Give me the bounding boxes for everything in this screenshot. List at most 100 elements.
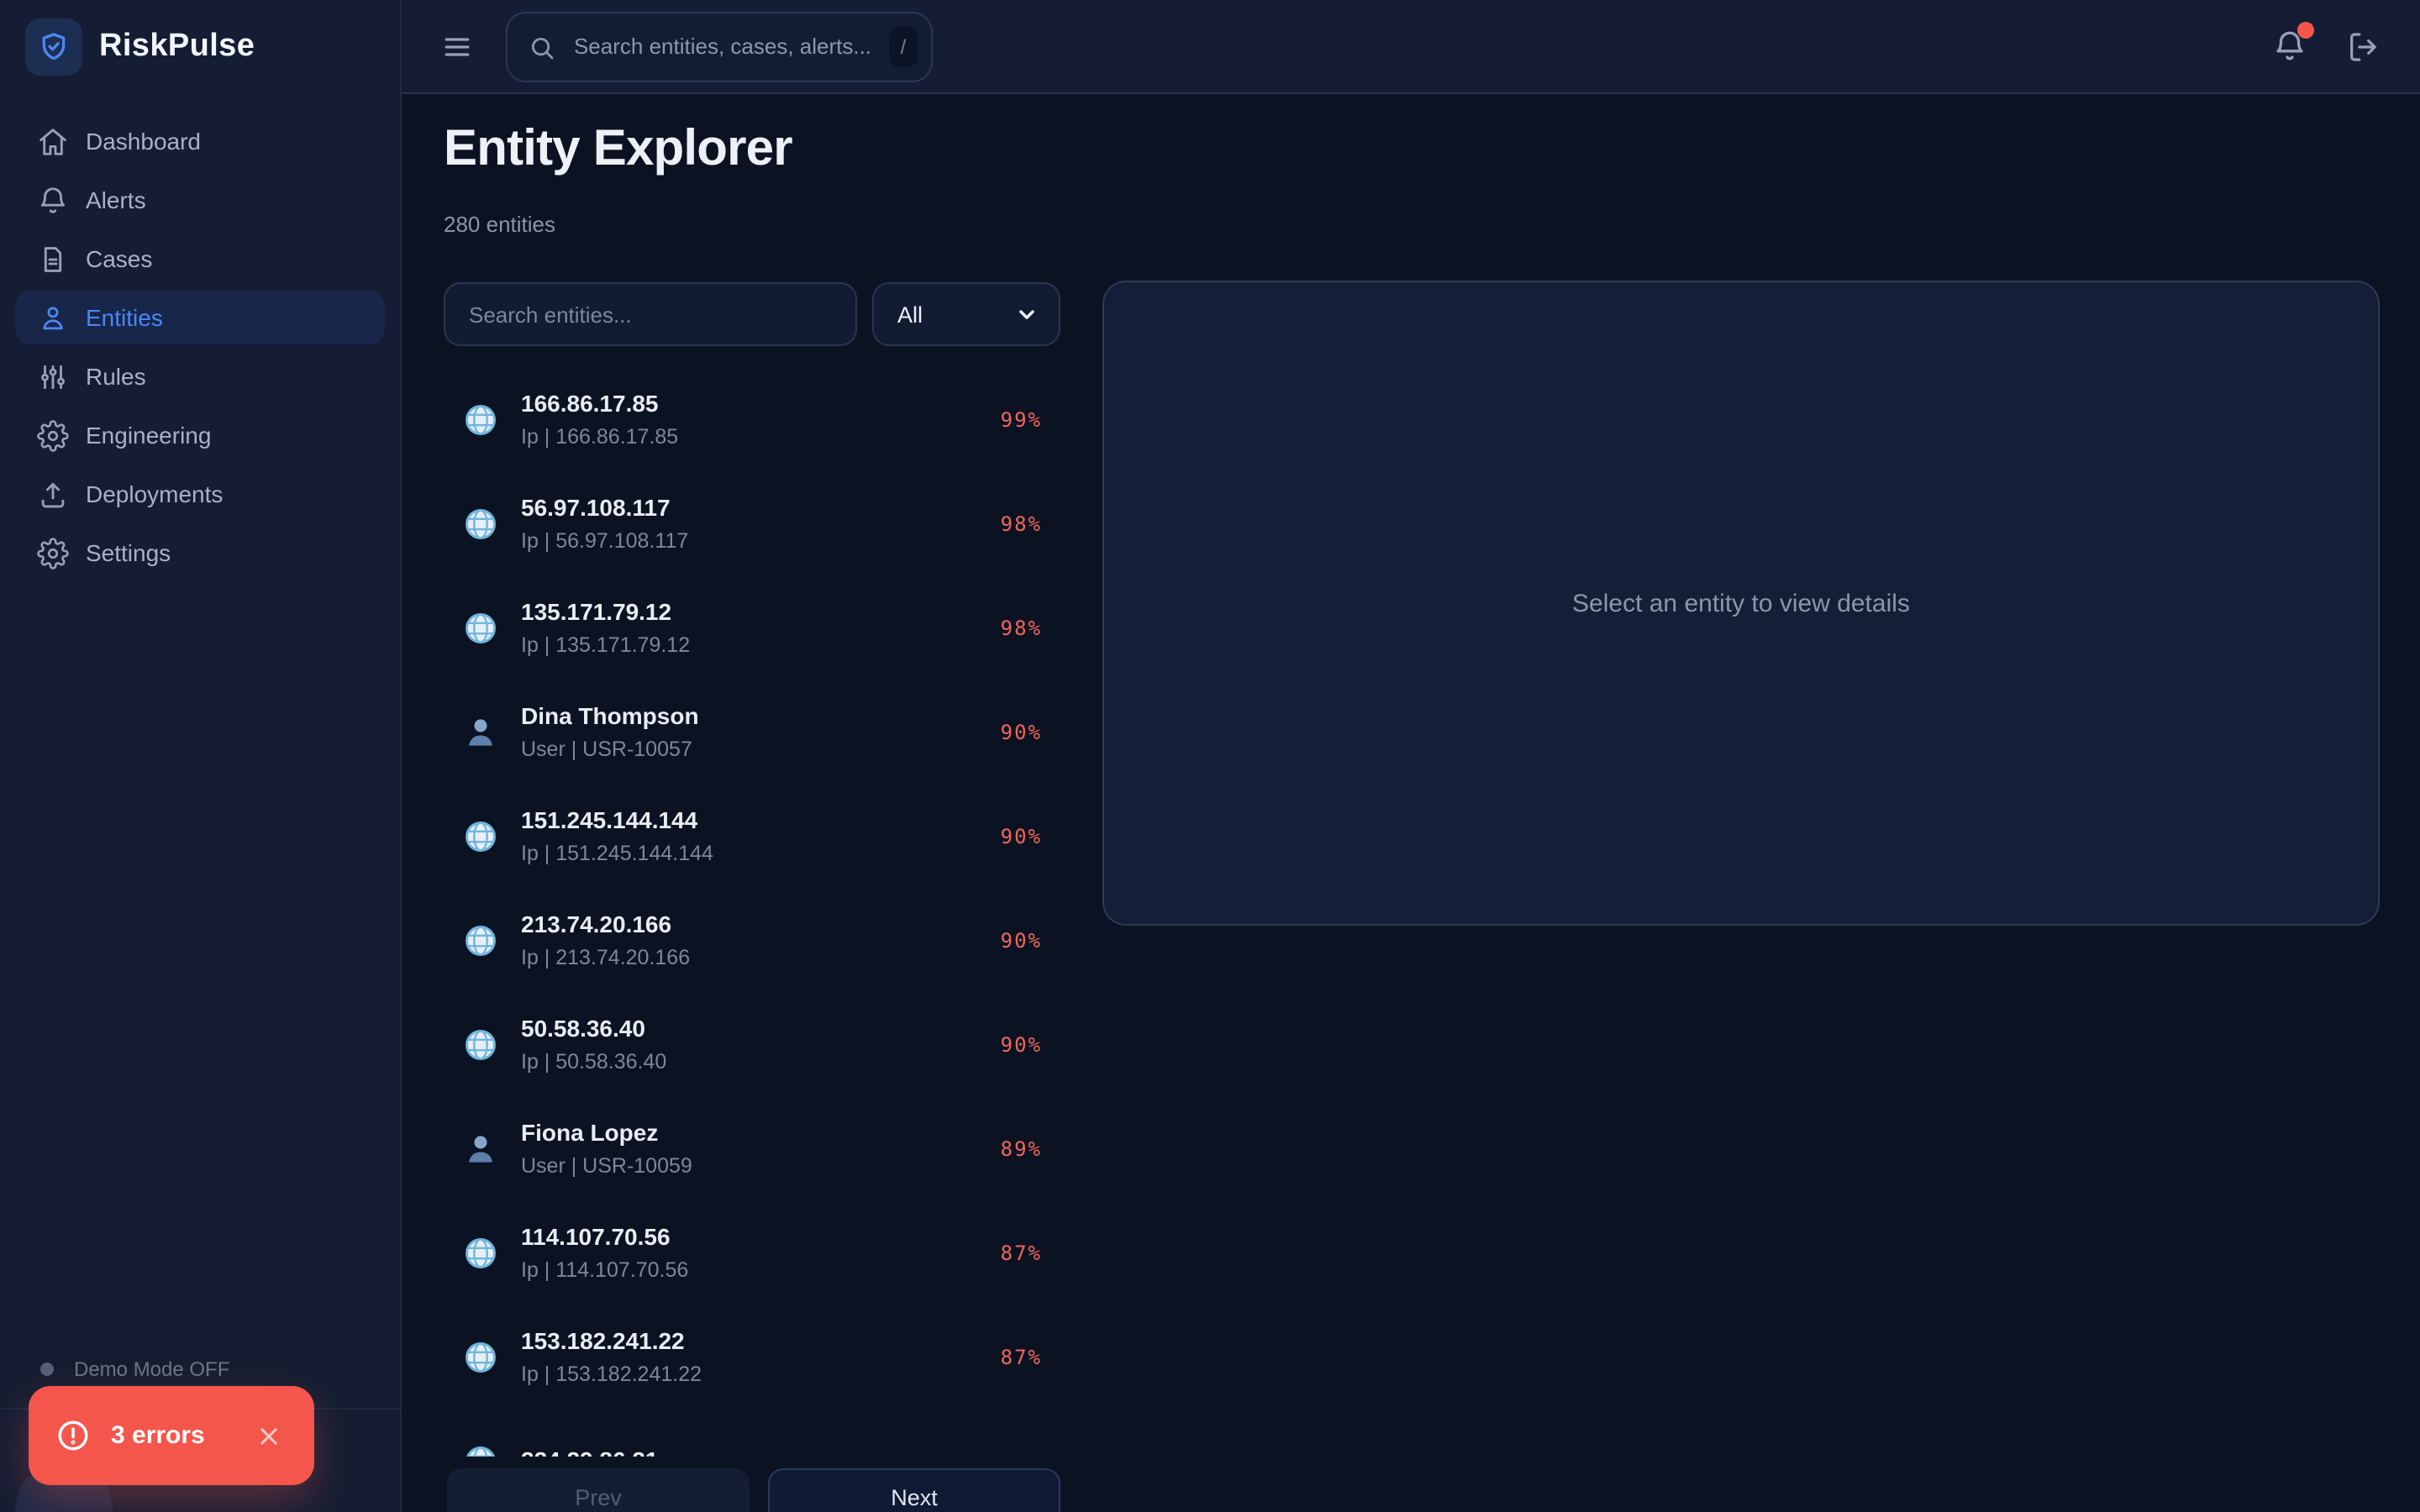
topbar: Search entities, cases, alerts... / xyxy=(402,0,2420,94)
entity-meta: Ip | 166.86.17.85 xyxy=(521,425,679,449)
upload-icon xyxy=(37,478,69,510)
sidebar-nav: Dashboard Alerts Cases Entities Rules En… xyxy=(0,114,400,580)
entity-name: 213.74.20.166 xyxy=(521,911,672,937)
sidebar-item-label: Entities xyxy=(86,304,163,331)
entity-name: 114.107.70.56 xyxy=(521,1223,671,1250)
entity-name: 224.29.86.21 xyxy=(521,1445,1042,1457)
home-icon xyxy=(37,125,69,157)
entity-name: 166.86.17.85 xyxy=(521,390,659,417)
entity-meta: Ip | 151.245.144.144 xyxy=(521,842,713,865)
sidebar-item-settings[interactable]: Settings xyxy=(15,526,385,580)
toast-message: 3 errors xyxy=(111,1421,205,1450)
entity-name: Dina Thompson xyxy=(521,702,699,729)
entity-name: 56.97.108.117 xyxy=(521,494,671,521)
entity-list: 166.86.17.85 Ip | 166.86.17.85 99% 56.97… xyxy=(444,381,1060,1457)
entity-row[interactable]: Dina Thompson User | USR-10057 90% xyxy=(444,694,1060,771)
gear-icon xyxy=(37,419,69,451)
shield-logo-icon xyxy=(25,18,82,76)
entity-row[interactable]: 213.74.20.166 Ip | 213.74.20.166 90% xyxy=(444,902,1060,979)
globe-icon xyxy=(462,506,499,543)
entity-name: 50.58.36.40 xyxy=(521,1015,645,1042)
entity-row[interactable]: 50.58.36.40 Ip | 50.58.36.40 90% xyxy=(444,1006,1060,1084)
global-search-input[interactable]: Search entities, cases, alerts... / xyxy=(506,12,933,82)
global-search-placeholder: Search entities, cases, alerts... xyxy=(573,33,872,59)
entity-risk: 90% xyxy=(1000,1033,1042,1057)
entity-risk: 98% xyxy=(1000,512,1042,536)
sidebar-item-rules[interactable]: Rules xyxy=(15,349,385,403)
document-icon xyxy=(37,243,69,275)
sidebar-item-cases[interactable]: Cases xyxy=(15,232,385,286)
shortcut-key-badge: / xyxy=(889,27,918,67)
entity-meta: Ip | 153.182.241.22 xyxy=(521,1362,702,1386)
entity-row[interactable]: 114.107.70.56 Ip | 114.107.70.56 87% xyxy=(444,1215,1060,1292)
entity-row[interactable]: 153.182.241.22 Ip | 153.182.241.22 87% xyxy=(444,1319,1060,1396)
sidebar-item-entities[interactable]: Entities xyxy=(15,291,385,344)
entity-meta: User | USR-10057 xyxy=(521,738,692,761)
globe-icon xyxy=(462,610,499,647)
globe-icon xyxy=(462,402,499,438)
globe-icon xyxy=(462,922,499,959)
demo-mode-label: Demo Mode OFF xyxy=(74,1357,230,1380)
user-icon xyxy=(462,1131,499,1168)
entity-risk: 89% xyxy=(1000,1137,1042,1161)
next-page-button[interactable]: Next xyxy=(768,1468,1060,1512)
entity-row[interactable]: 166.86.17.85 Ip | 166.86.17.85 99% xyxy=(444,381,1060,459)
sidebar-item-dashboard[interactable]: Dashboard xyxy=(15,114,385,168)
globe-icon xyxy=(462,1235,499,1272)
entity-row[interactable]: 56.97.108.117 Ip | 56.97.108.117 98% xyxy=(444,486,1060,563)
sidebar-item-engineering[interactable]: Engineering xyxy=(15,408,385,462)
hamburger-menu-icon[interactable] xyxy=(442,32,472,62)
bell-icon xyxy=(37,184,69,216)
page-title: Entity Explorer xyxy=(444,121,793,176)
entity-row[interactable]: 135.171.79.12 Ip | 135.171.79.12 98% xyxy=(444,590,1060,667)
entity-meta: Ip | 135.171.79.12 xyxy=(521,633,691,657)
sidebar-item-label: Engineering xyxy=(86,422,212,449)
entity-risk: 90% xyxy=(1000,825,1042,848)
notifications-button[interactable] xyxy=(2272,22,2314,66)
close-icon[interactable] xyxy=(257,1424,281,1447)
entity-name: Fiona Lopez xyxy=(521,1119,659,1146)
entity-count: 280 entities xyxy=(444,212,555,237)
gear-icon xyxy=(37,537,69,569)
globe-icon xyxy=(462,818,499,855)
globe-icon xyxy=(462,1339,499,1376)
entity-row[interactable]: 224.29.86.21 xyxy=(444,1423,1060,1457)
entity-meta: Ip | 56.97.108.117 xyxy=(521,529,689,553)
entity-meta: Ip | 50.58.36.40 xyxy=(521,1050,667,1074)
sidebar-item-deployments[interactable]: Deployments xyxy=(15,467,385,521)
entity-risk: 87% xyxy=(1000,1242,1042,1265)
entity-row[interactable]: 151.245.144.144 Ip | 151.245.144.144 90% xyxy=(444,798,1060,875)
search-icon xyxy=(528,33,556,61)
entity-meta: Ip | 213.74.20.166 xyxy=(521,946,691,969)
logout-icon[interactable] xyxy=(2346,30,2380,64)
entity-risk: 98% xyxy=(1000,617,1042,640)
sidebar-item-label: Deployments xyxy=(86,480,224,507)
globe-icon xyxy=(462,1026,499,1063)
type-filter-value: All xyxy=(897,302,923,327)
globe-icon xyxy=(462,1443,499,1457)
sidebar-item-label: Dashboard xyxy=(86,128,201,155)
prev-page-button[interactable]: Prev xyxy=(447,1468,750,1512)
sidebar-item-label: Alerts xyxy=(86,186,146,213)
entity-search-input[interactable] xyxy=(444,282,857,346)
notification-dot xyxy=(2297,22,2314,39)
sidebar-item-label: Rules xyxy=(86,363,146,390)
entity-row[interactable]: Fiona Lopez User | USR-10059 89% xyxy=(444,1110,1060,1188)
alert-circle-icon xyxy=(55,1418,91,1453)
person-icon xyxy=(37,302,69,333)
error-toast: 3 errors xyxy=(29,1386,314,1485)
sidebar-item-label: Settings xyxy=(86,539,171,566)
sidebar-item-alerts[interactable]: Alerts xyxy=(15,173,385,227)
entity-name: 151.245.144.144 xyxy=(521,806,698,833)
user-icon xyxy=(462,714,499,751)
status-dot-icon xyxy=(40,1362,54,1375)
type-filter-select[interactable]: All xyxy=(872,282,1060,346)
sidebar: RiskPulse Dashboard Alerts Cases Entitie… xyxy=(0,0,402,1512)
app-window: RiskPulse Dashboard Alerts Cases Entitie… xyxy=(0,0,2420,1512)
entity-risk: 90% xyxy=(1000,721,1042,744)
entity-name: 153.182.241.22 xyxy=(521,1327,685,1354)
entity-risk: 90% xyxy=(1000,929,1042,953)
entity-name: 135.171.79.12 xyxy=(521,598,672,625)
empty-state-text: Select an entity to view details xyxy=(1572,589,1910,617)
app-title: RiskPulse xyxy=(99,29,255,64)
